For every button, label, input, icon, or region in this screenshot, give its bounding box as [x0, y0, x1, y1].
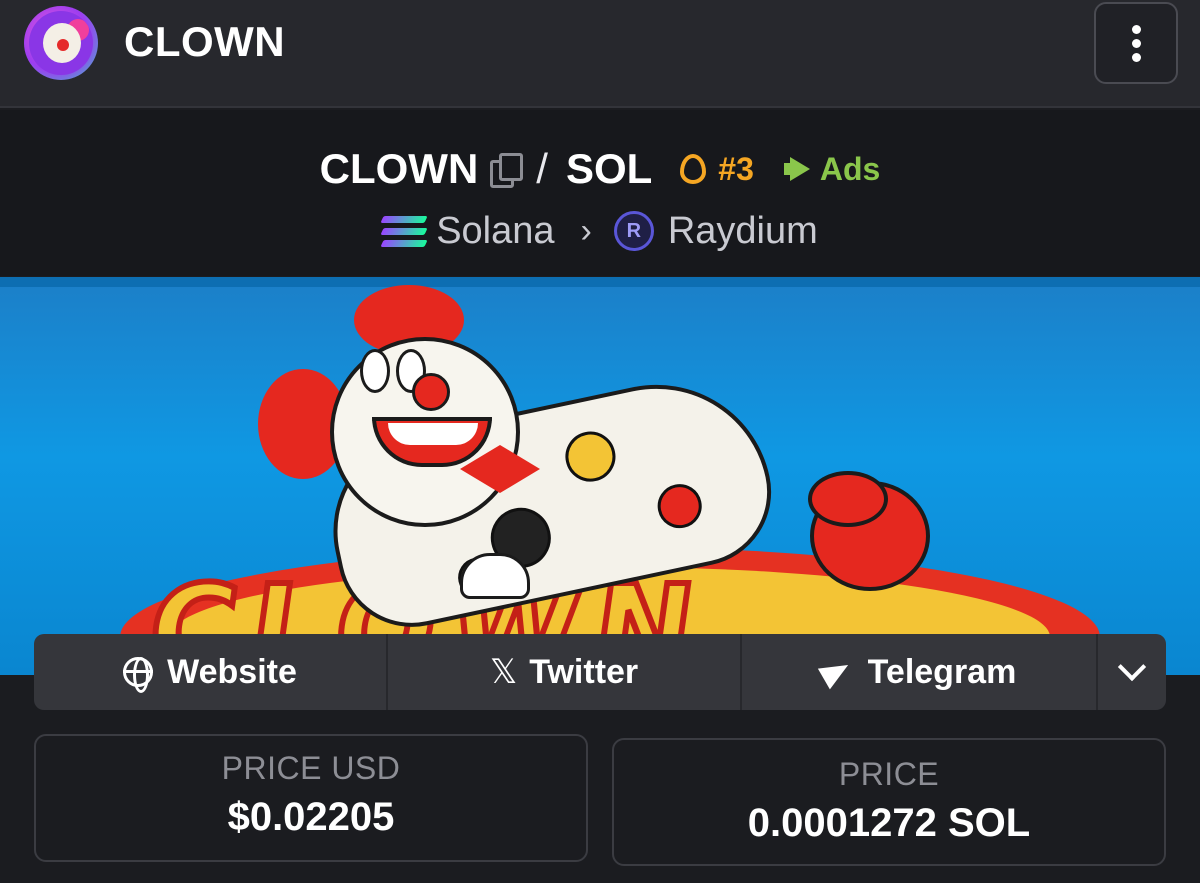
more-menu-button[interactable] — [1094, 2, 1178, 84]
token-banner-image: CLOWN — [0, 277, 1200, 675]
flame-icon — [680, 154, 707, 184]
price-usd-value: $0.02205 — [227, 795, 395, 839]
dex-link[interactable]: Raydium — [668, 210, 818, 253]
website-label: Website — [167, 652, 297, 691]
chain-link[interactable]: Solana — [436, 210, 554, 253]
more-vertical-icon — [1131, 24, 1141, 34]
price-usd-label: PRICE USD — [221, 750, 401, 786]
ads-label: Ads — [819, 150, 881, 187]
price-native-label: PRICE — [838, 756, 940, 792]
megaphone-icon — [782, 157, 812, 181]
pair-base-symbol: CLOWN — [319, 145, 479, 192]
pair-quote-symbol: SOL — [565, 145, 653, 192]
twitter-label: Twitter — [529, 652, 639, 691]
telegram-icon — [817, 654, 854, 690]
token-logo — [24, 6, 98, 80]
trending-rank-badge[interactable]: #3 — [680, 151, 754, 188]
price-usd-card: PRICE USD $0.02205 — [34, 734, 588, 862]
social-links-bar: Website 𝕏 Twitter Telegram — [34, 634, 1166, 710]
pair-separator: / — [536, 145, 548, 192]
more-links-button[interactable] — [1098, 634, 1166, 710]
top-bar: CLOWN — [0, 0, 1200, 108]
solana-icon — [380, 213, 428, 249]
price-native-card: PRICE 0.0001272 SOL — [612, 738, 1166, 866]
chevron-right-icon: › — [580, 211, 592, 250]
website-button[interactable]: Website — [34, 634, 388, 710]
globe-icon — [123, 657, 154, 693]
raydium-icon: R — [613, 211, 654, 251]
twitter-button[interactable]: 𝕏 Twitter — [388, 634, 742, 710]
telegram-button[interactable]: Telegram — [742, 634, 1098, 710]
copy-icon[interactable] — [490, 153, 524, 188]
price-native-value: 0.0001272 SOL — [747, 801, 1031, 845]
trending-rank-label: #3 — [718, 150, 754, 187]
pair-header: CLOWN / SOL #3 Ads Solana › R Raydium — [0, 110, 1200, 276]
x-logo-icon: 𝕏 — [489, 653, 518, 691]
chevron-down-icon — [1117, 652, 1147, 682]
token-title: CLOWN — [124, 18, 286, 65]
ads-badge[interactable]: Ads — [782, 151, 880, 188]
telegram-label: Telegram — [867, 652, 1017, 691]
